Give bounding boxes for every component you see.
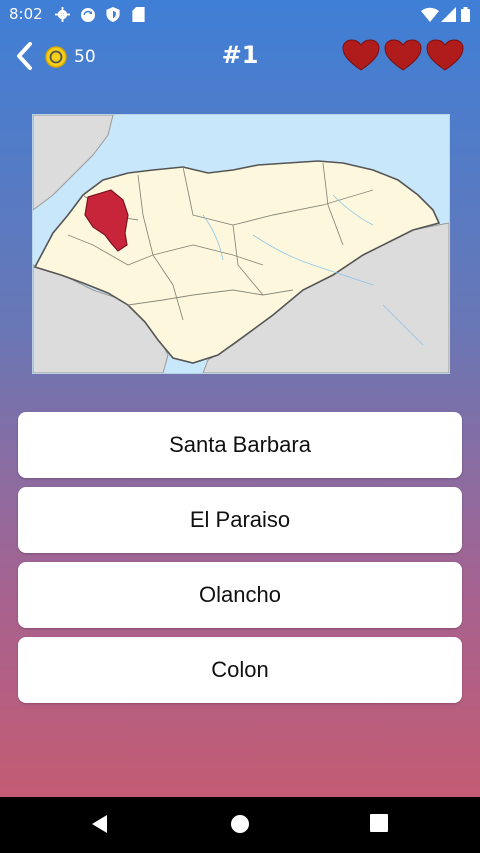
answer-button-4[interactable]: Colon xyxy=(18,637,462,703)
answer-label: El Paraiso xyxy=(189,507,291,532)
system-nav-bar xyxy=(0,797,480,853)
gear-icon xyxy=(55,7,70,22)
answer-label: Olancho xyxy=(199,582,281,607)
answer-button-1[interactable]: Santa Barbara xyxy=(18,412,462,478)
answer-label: Colon xyxy=(211,657,269,682)
recents-square-icon[interactable] xyxy=(370,814,388,832)
shield-icon xyxy=(106,7,120,22)
honduras-map-image xyxy=(33,115,449,373)
battery-icon xyxy=(461,7,470,22)
signal-icon xyxy=(441,7,456,22)
back-triangle-icon[interactable] xyxy=(90,814,110,834)
heart-icon xyxy=(342,39,380,71)
status-time: 8:02 xyxy=(9,5,43,23)
sync-icon xyxy=(81,8,95,22)
answer-options: Santa Barbara El Paraiso Olancho Colon xyxy=(18,412,462,712)
lives-hearts xyxy=(342,39,464,71)
home-circle-icon[interactable] xyxy=(230,814,250,834)
status-bar: 8:02 xyxy=(0,0,480,28)
sd-card-icon xyxy=(132,7,145,22)
answer-label: Santa Barbara xyxy=(169,432,311,457)
region-map xyxy=(32,114,450,374)
heart-icon xyxy=(384,39,422,71)
game-header: 50 #1 xyxy=(0,28,480,86)
wifi-icon xyxy=(421,7,439,22)
answer-button-3[interactable]: Olancho xyxy=(18,562,462,628)
answer-button-2[interactable]: El Paraiso xyxy=(18,487,462,553)
heart-icon xyxy=(426,39,464,71)
